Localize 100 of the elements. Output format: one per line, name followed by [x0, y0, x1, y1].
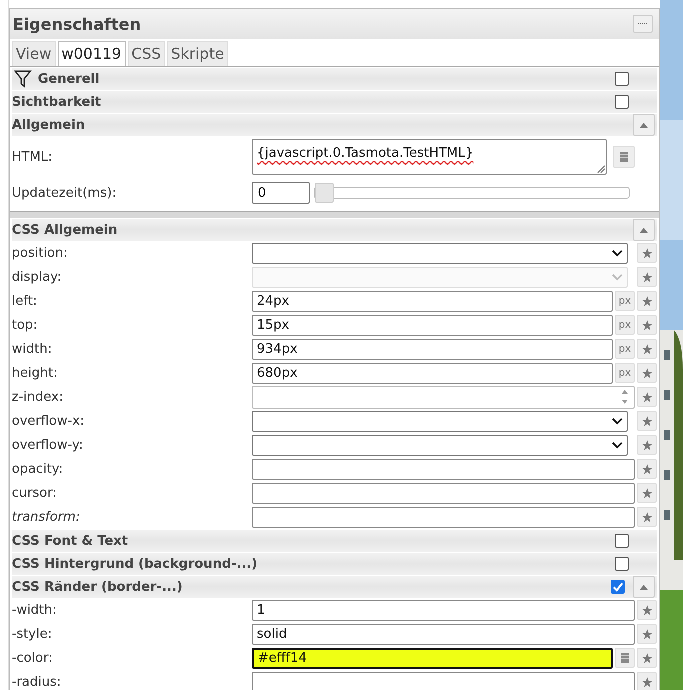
text-field[interactable] [252, 672, 635, 690]
section-title: CSS Font & Text [12, 534, 128, 548]
star-icon [642, 248, 652, 258]
tab[interactable]: Skripte [167, 41, 228, 66]
field-label: -radius: [12, 674, 62, 690]
field-label: display: [12, 270, 63, 284]
checkbox[interactable] [615, 557, 629, 571]
text-field[interactable]: 1 [252, 600, 635, 620]
color-field[interactable]: #efff14 [252, 648, 613, 668]
section-header[interactable]: CSS Hintergrund (background-...) [12, 553, 657, 575]
star-button[interactable] [637, 648, 657, 668]
section-header[interactable]: Allgemein [12, 114, 657, 136]
text-field[interactable] [252, 482, 635, 504]
star-icon [642, 604, 652, 616]
chevron-down-icon [612, 442, 623, 448]
collapse-button[interactable] [633, 114, 655, 136]
unit-button[interactable]: px [615, 291, 635, 311]
select-field[interactable] [252, 242, 628, 264]
field-label: -color: [12, 650, 54, 666]
field-label: position: [12, 246, 69, 260]
star-button[interactable] [637, 435, 657, 455]
section-header[interactable]: CSS Ränder (border-...) [12, 576, 657, 598]
star-button[interactable] [637, 411, 657, 431]
chevron-down-icon [612, 250, 623, 256]
section-title: Sichtbarkeit [12, 94, 102, 110]
star-icon [642, 344, 652, 354]
star-icon [642, 628, 652, 640]
section-header[interactable]: CSS Font & Text [12, 530, 657, 552]
star-button[interactable] [637, 315, 657, 335]
star-icon [642, 272, 652, 282]
star-button[interactable] [637, 363, 657, 383]
section-title: CSS Ränder (border-...) [12, 580, 183, 594]
text-field[interactable]: 934px [252, 338, 613, 360]
star-button[interactable] [637, 459, 657, 479]
star-icon [642, 652, 652, 664]
update-time-field[interactable]: 0 [252, 182, 310, 204]
field-label: -style: [12, 626, 54, 642]
section-title: CSS Allgemein [12, 222, 118, 238]
section-header[interactable]: Generell [12, 68, 657, 90]
tab[interactable]: View [12, 41, 56, 66]
star-icon [642, 392, 652, 402]
edit-button[interactable] [613, 146, 635, 168]
star-button[interactable] [637, 672, 657, 690]
number-field[interactable] [252, 386, 635, 408]
star-button[interactable] [637, 291, 657, 311]
color-picker-button[interactable] [615, 648, 635, 668]
select-field[interactable] [252, 434, 628, 456]
slider-thumb[interactable] [315, 183, 334, 203]
tab[interactable]: CSS [128, 41, 166, 66]
select-field[interactable] [252, 410, 628, 432]
caret-icon [640, 122, 648, 128]
check-icon [612, 581, 624, 593]
star-icon [642, 512, 652, 522]
unit-button[interactable]: px [615, 363, 635, 383]
text-field[interactable]: 15px [252, 314, 613, 336]
unit-button[interactable]: px [615, 339, 635, 359]
star-button[interactable] [637, 507, 657, 527]
text-field[interactable]: 680px [252, 362, 613, 384]
section-header[interactable]: CSS Allgemein [12, 219, 657, 241]
panel-title: Eigenschaften [13, 14, 142, 34]
star-icon [642, 416, 652, 426]
collapse-button[interactable] [633, 576, 655, 598]
checkbox[interactable] [615, 72, 629, 86]
star-button[interactable] [637, 624, 657, 644]
checkbox[interactable] [611, 580, 625, 594]
field-label: transform: [12, 510, 82, 524]
text-field[interactable] [252, 458, 635, 480]
field-label: left: [12, 294, 38, 308]
field-label: Updatezeit(ms): [12, 186, 118, 200]
textarea-value: {javascript.0.Tasmota.TestHTML} [257, 146, 474, 161]
caret-icon [640, 228, 648, 232]
star-button[interactable] [637, 339, 657, 359]
star-icon [642, 488, 652, 498]
text-field[interactable]: 24px [252, 290, 613, 312]
list-icon [621, 653, 629, 663]
text-field[interactable] [252, 506, 635, 528]
checkbox[interactable] [615, 534, 629, 548]
field-label: opacity: [12, 462, 64, 476]
unit-button[interactable]: px [615, 315, 635, 335]
resize-grip-icon [597, 165, 605, 173]
checkbox[interactable] [615, 95, 629, 109]
caret-icon [640, 584, 648, 590]
star-icon [642, 296, 652, 306]
star-button[interactable] [637, 243, 657, 263]
star-button[interactable] [637, 483, 657, 503]
field-label: overflow-x: [12, 414, 86, 428]
list-icon [620, 152, 628, 162]
field-label: overflow-y: [12, 438, 84, 452]
section-header[interactable]: Sichtbarkeit [12, 91, 657, 113]
field-label: z-index: [12, 390, 64, 404]
star-icon [642, 368, 652, 378]
tab[interactable]: w00119 [58, 41, 126, 66]
html-textarea[interactable]: {javascript.0.Tasmota.TestHTML} [252, 139, 607, 175]
chevron-down-icon [612, 274, 623, 280]
star-button[interactable] [637, 600, 657, 620]
star-button[interactable] [637, 387, 657, 407]
collapse-button[interactable] [633, 219, 655, 241]
section-title: Allgemein [12, 118, 86, 132]
text-field[interactable]: solid [252, 624, 635, 644]
field-label: top: [12, 318, 39, 332]
